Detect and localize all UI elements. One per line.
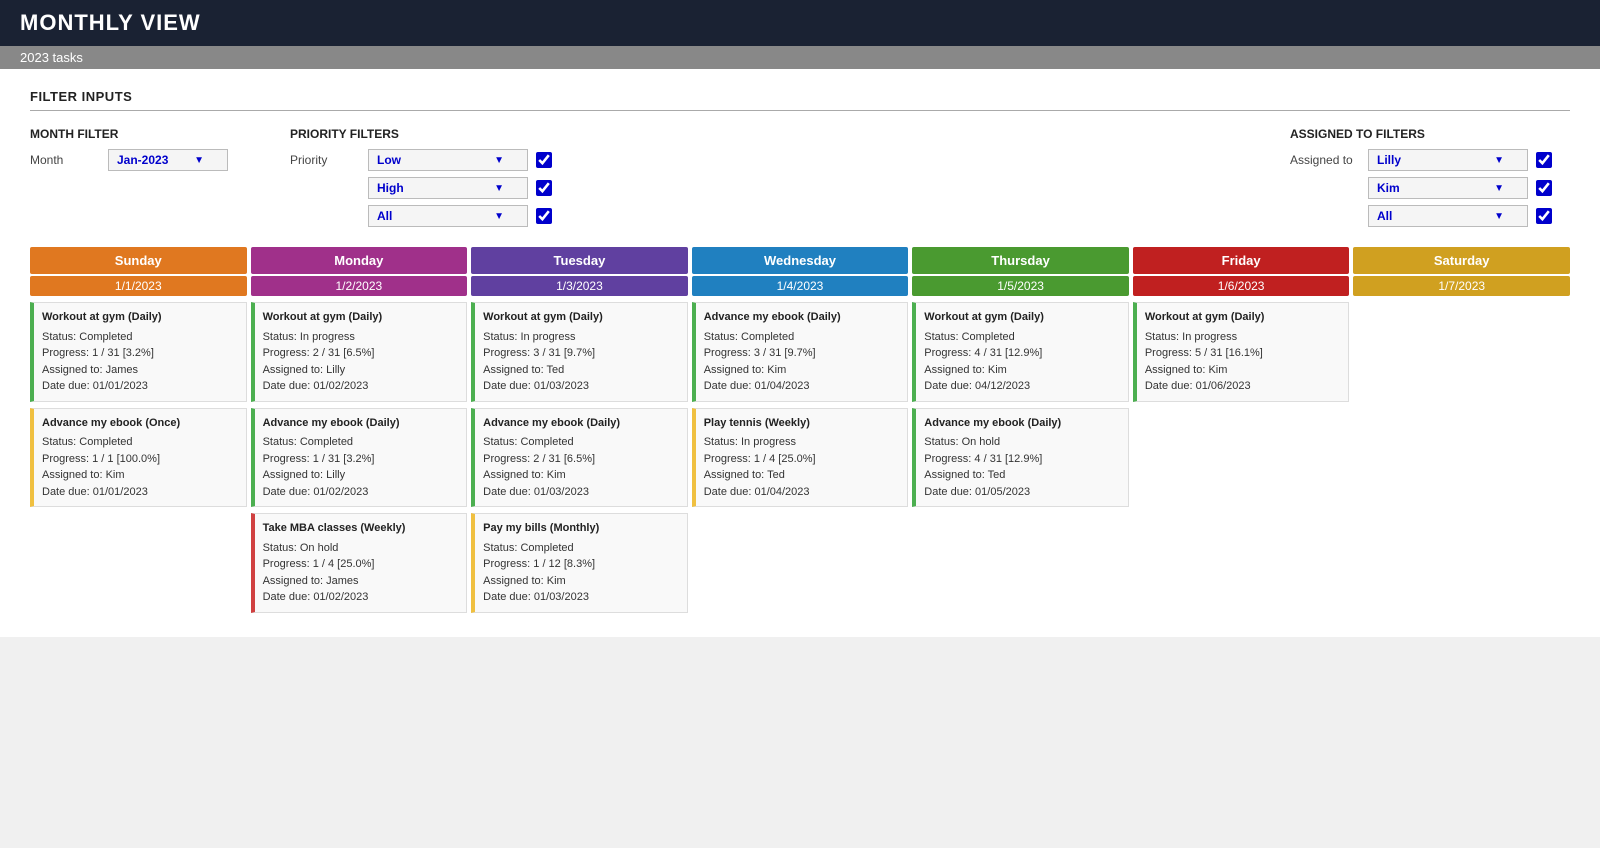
day-monday: Monday 1/2/2023 Workout at gym (Daily) S… [251,247,468,617]
task-card: Workout at gym (Daily) Status: Completed… [30,302,247,402]
priority-high-checkbox[interactable] [536,180,552,196]
header-bar: MONTHLY VIEW [0,0,1600,46]
sub-title: 2023 tasks [20,50,1580,65]
calendar-grid: Sunday 1/1/2023 Workout at gym (Daily) S… [30,247,1570,617]
assigned-select-kim[interactable]: KimLillyTedJames [1368,177,1528,199]
day-header-friday: Friday [1133,247,1350,274]
task-card: Advance my ebook (Daily) Status: Complet… [692,302,909,402]
task-card: Advance my ebook (Daily) Status: On hold… [912,408,1129,508]
priority-row-low: LowMediumHigh ▼ [368,149,552,171]
task-detail: Status: CompletedProgress: 1 / 12 [8.3%]… [483,540,679,606]
task-detail: Status: On holdProgress: 1 / 4 [25.0%]As… [263,540,459,606]
priority-rows: LowMediumHigh ▼ HighLowMedium ▼ [368,149,552,227]
task-title: Take MBA classes (Weekly) [263,520,459,537]
day-header-thursday: Thursday [912,247,1129,274]
priority-all-checkbox[interactable] [536,208,552,224]
day-date-sunday: 1/1/2023 [30,276,247,296]
priority-row-all: AllLowHigh ▼ [368,205,552,227]
task-card: Advance my ebook (Daily) Status: Complet… [251,408,468,508]
day-date-friday: 1/6/2023 [1133,276,1350,296]
day-wednesday: Wednesday 1/4/2023 Advance my ebook (Dai… [692,247,909,617]
day-header-monday: Monday [251,247,468,274]
task-title: Workout at gym (Daily) [263,309,459,326]
priority-low-checkbox[interactable] [536,152,552,168]
task-detail: Status: CompletedProgress: 1 / 31 [3.2%]… [263,434,459,500]
task-detail: Status: CompletedProgress: 1 / 31 [3.2%]… [42,329,238,395]
day-saturday: Saturday 1/7/2023 [1353,247,1570,617]
day-header-wednesday: Wednesday [692,247,909,274]
month-filter-title: MONTH FILTER [30,127,230,141]
task-title: Advance my ebook (Daily) [483,415,679,432]
task-card: Workout at gym (Daily) Status: In progre… [251,302,468,402]
month-select[interactable]: Jan-2023 Feb-2023 [108,149,228,171]
priority-select-low[interactable]: LowMediumHigh [368,149,528,171]
sub-header: 2023 tasks [0,46,1600,69]
task-card: Workout at gym (Daily) Status: Completed… [912,302,1129,402]
priority-filter-title: PRIORITY FILTERS [290,127,570,141]
assigned-filter-group: ASSIGNED TO FILTERS Assigned to LillyKim… [1290,127,1570,227]
assigned-row-lilly: LillyKimTedJames ▼ [1368,149,1552,171]
task-detail: Status: In progressProgress: 3 / 31 [9.7… [483,329,679,395]
task-title: Workout at gym (Daily) [1145,309,1341,326]
priority-filter-group: PRIORITY FILTERS Priority LowMediumHigh … [290,127,570,227]
task-detail: Status: In progressProgress: 2 / 31 [6.5… [263,329,459,395]
task-title: Advance my ebook (Daily) [924,415,1120,432]
task-detail: Status: CompletedProgress: 2 / 31 [6.5%]… [483,434,679,500]
day-thursday: Thursday 1/5/2023 Workout at gym (Daily)… [912,247,1129,617]
priority-row-high: HighLowMedium ▼ [368,177,552,199]
day-date-tuesday: 1/3/2023 [471,276,688,296]
task-title: Workout at gym (Daily) [42,309,238,326]
task-detail: Status: CompletedProgress: 4 / 31 [12.9%… [924,329,1120,395]
assigned-rows: LillyKimTedJames ▼ KimLillyTedJames ▼ [1368,149,1552,227]
task-card: Workout at gym (Daily) Status: In progre… [1133,302,1350,402]
task-card: Play tennis (Weekly) Status: In progress… [692,408,909,508]
task-detail: Status: In progressProgress: 1 / 4 [25.0… [704,434,900,500]
task-title: Workout at gym (Daily) [483,309,679,326]
task-card: Pay my bills (Monthly) Status: Completed… [471,513,688,613]
task-card: Workout at gym (Daily) Status: In progre… [471,302,688,402]
day-date-wednesday: 1/4/2023 [692,276,909,296]
task-title: Workout at gym (Daily) [924,309,1120,326]
assigned-all-checkbox[interactable] [1536,208,1552,224]
task-card: Advance my ebook (Once) Status: Complete… [30,408,247,508]
task-title: Advance my ebook (Once) [42,415,238,432]
day-date-thursday: 1/5/2023 [912,276,1129,296]
month-label: Month [30,153,100,167]
day-date-monday: 1/2/2023 [251,276,468,296]
calendar-section: Sunday 1/1/2023 Workout at gym (Daily) S… [30,247,1570,617]
day-header-sunday: Sunday [30,247,247,274]
task-card: Take MBA classes (Weekly) Status: On hol… [251,513,468,613]
task-title: Advance my ebook (Daily) [704,309,900,326]
month-filter-group: MONTH FILTER Month Jan-2023 Feb-2023 ▼ [30,127,230,227]
day-sunday: Sunday 1/1/2023 Workout at gym (Daily) S… [30,247,247,617]
assigned-row-all: AllLillyKim ▼ [1368,205,1552,227]
assigned-kim-checkbox[interactable] [1536,180,1552,196]
priority-select-all[interactable]: AllLowHigh [368,205,528,227]
priority-select-high[interactable]: HighLowMedium [368,177,528,199]
assigned-label: Assigned to [1290,149,1360,167]
assigned-lilly-checkbox[interactable] [1536,152,1552,168]
day-tuesday: Tuesday 1/3/2023 Workout at gym (Daily) … [471,247,688,617]
day-friday: Friday 1/6/2023 Workout at gym (Daily) S… [1133,247,1350,617]
priority-label: Priority [290,149,360,167]
task-title: Play tennis (Weekly) [704,415,900,432]
assigned-filter-title: ASSIGNED TO FILTERS [1290,127,1570,141]
task-detail: Status: CompletedProgress: 3 / 31 [9.7%]… [704,329,900,395]
day-header-saturday: Saturday [1353,247,1570,274]
header-title: MONTHLY VIEW [20,10,1580,36]
task-detail: Status: On holdProgress: 4 / 31 [12.9%]A… [924,434,1120,500]
assigned-select-all[interactable]: AllLillyKim [1368,205,1528,227]
assigned-row-kim: KimLillyTedJames ▼ [1368,177,1552,199]
task-title: Pay my bills (Monthly) [483,520,679,537]
task-detail: Status: CompletedProgress: 1 / 1 [100.0%… [42,434,238,500]
task-title: Advance my ebook (Daily) [263,415,459,432]
day-header-tuesday: Tuesday [471,247,688,274]
assigned-select-lilly[interactable]: LillyKimTedJames [1368,149,1528,171]
day-date-saturday: 1/7/2023 [1353,276,1570,296]
task-card: Advance my ebook (Daily) Status: Complet… [471,408,688,508]
task-detail: Status: In progressProgress: 5 / 31 [16.… [1145,329,1341,395]
filter-section-title: FILTER INPUTS [30,89,1570,111]
